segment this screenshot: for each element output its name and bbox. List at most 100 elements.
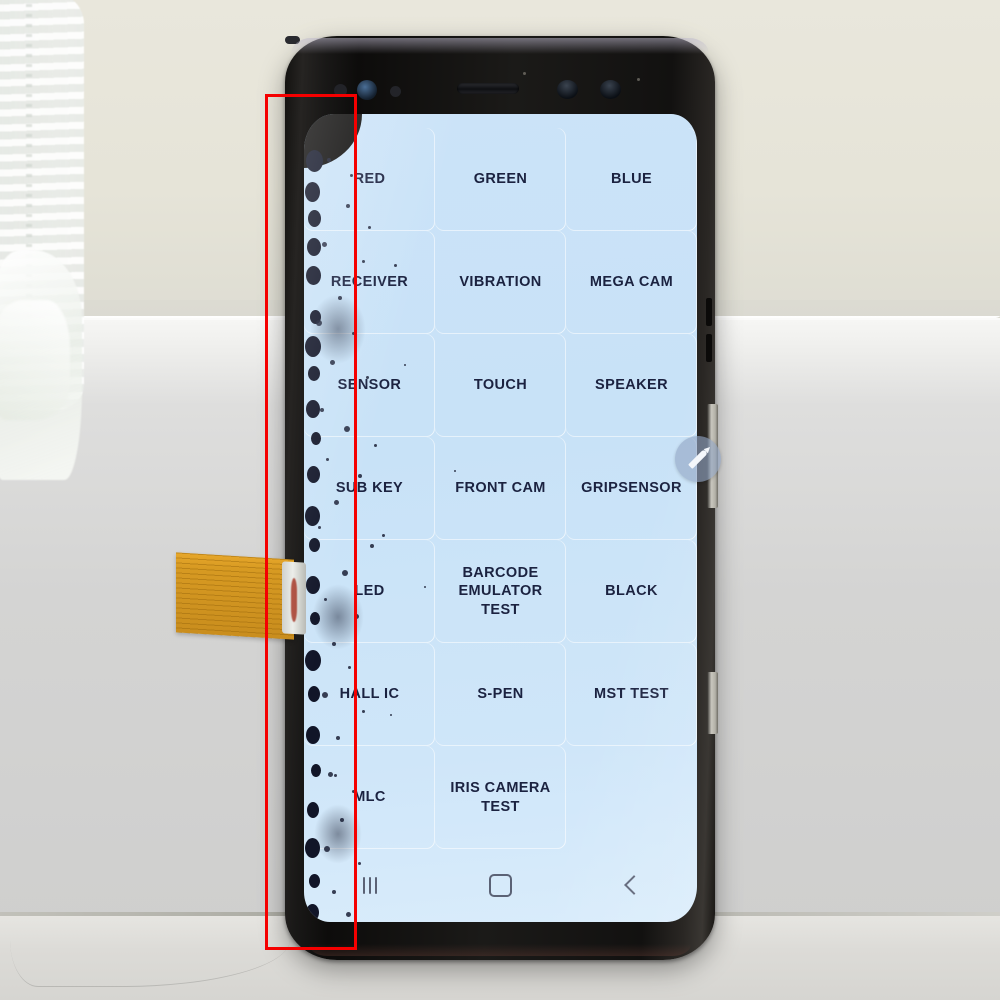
panel-dead-pixel xyxy=(328,772,333,777)
panel-defect-blotch xyxy=(306,266,321,285)
pen-icon xyxy=(688,449,708,469)
test-cell-label: SUB KEY xyxy=(335,480,404,497)
test-cell[interactable]: BARCODE EMULATOR TEST xyxy=(435,540,566,643)
test-cell-label: BARCODE EMULATOR TEST xyxy=(458,565,543,618)
test-cell-label: HALL IC xyxy=(339,686,400,703)
panel-dead-pixel xyxy=(368,226,371,229)
panel-dead-pixel xyxy=(344,426,350,432)
display-panel[interactable]: RED GREEN BLUE RECEIVER VIBRATION MEGA CAM SEN… xyxy=(304,114,697,922)
panel-defect-blotch xyxy=(305,506,320,526)
phone-bottom-highlight xyxy=(309,944,691,956)
recents-icon xyxy=(362,876,377,894)
test-cell-label: TOUCH xyxy=(473,377,528,394)
panel-dead-pixel xyxy=(454,470,456,472)
test-cell[interactable]: IRIS CAMERA TEST xyxy=(435,746,566,849)
panel-defect-blotch xyxy=(307,802,319,818)
panel-dead-pixel xyxy=(336,736,340,740)
panel-dead-pixel xyxy=(350,174,353,177)
recents-button[interactable] xyxy=(335,865,405,905)
test-cell-label: MEGA CAM xyxy=(589,274,674,291)
dust-speck xyxy=(523,72,526,75)
plastic-sheet-lower xyxy=(0,300,70,420)
test-cell-label: SPEAKER xyxy=(595,377,668,394)
panel-dead-pixel xyxy=(346,912,351,917)
volume-down-slot xyxy=(706,334,712,362)
panel-defect-blotch xyxy=(306,400,320,418)
panel-defect-smudge xyxy=(314,804,362,864)
panel-dead-pixel xyxy=(394,264,397,267)
panel-dead-pixel xyxy=(358,474,362,478)
test-cell[interactable]: BLUE xyxy=(566,128,697,231)
test-cell[interactable]: RED xyxy=(304,128,435,231)
test-cell-label: GREEN xyxy=(473,171,528,188)
phone-top-highlight xyxy=(291,38,709,54)
photo-scene: RED GREEN BLUE RECEIVER VIBRATION MEGA CAM SEN… xyxy=(0,0,1000,1000)
panel-dead-pixel xyxy=(320,408,324,412)
test-cell[interactable]: SPEAKER xyxy=(566,334,697,437)
iris-scanner-camera-icon xyxy=(357,80,377,100)
test-cell-label: GRIPSENSOR xyxy=(581,480,682,497)
panel-defect-blotch xyxy=(308,686,320,702)
test-cell[interactable]: MEGA CAM xyxy=(566,231,697,334)
test-cell[interactable]: BLACK xyxy=(566,540,697,643)
panel-dead-pixel xyxy=(382,534,385,537)
test-cell[interactable]: TOUCH xyxy=(435,334,566,437)
test-cell[interactable]: FRONT CAM xyxy=(435,437,566,540)
panel-dead-pixel xyxy=(342,570,348,576)
panel-dead-pixel xyxy=(352,790,355,793)
panel-dead-pixel xyxy=(366,376,369,379)
test-cell[interactable]: VIBRATION xyxy=(435,231,566,334)
ribbon-connector-mark xyxy=(291,578,297,622)
test-cell-label: VIBRATION xyxy=(459,274,542,291)
panel-dead-pixel xyxy=(326,458,329,461)
dust-speck xyxy=(637,78,640,81)
test-cell-label: MLC xyxy=(353,789,386,806)
back-chevron-icon xyxy=(624,875,644,895)
panel-defect-blotch xyxy=(306,904,319,921)
test-cell-label: S-PEN xyxy=(477,686,524,703)
panel-dead-pixel xyxy=(327,158,331,162)
test-cell-label: MST TEST xyxy=(594,686,669,703)
panel-dead-pixel xyxy=(348,666,351,669)
panel-dead-pixel xyxy=(358,862,361,865)
test-cell-label: RECEIVER xyxy=(330,274,409,291)
panel-defect-blotch xyxy=(306,726,320,744)
panel-defect-blotch xyxy=(305,650,321,671)
power-button[interactable] xyxy=(707,672,718,734)
panel-dead-pixel xyxy=(424,586,426,588)
panel-defect-smudge xyxy=(312,584,364,650)
back-button[interactable] xyxy=(597,865,667,905)
test-cell-label: BLACK xyxy=(605,583,658,600)
panel-defect-blotch xyxy=(311,432,321,445)
display-flex-ribbon-cable xyxy=(176,552,294,640)
panel-defect-blotch xyxy=(307,466,320,483)
test-cell[interactable]: S-PEN xyxy=(435,643,566,746)
iris-scanner-led-icon xyxy=(334,84,347,97)
test-cell-label: FRONT CAM xyxy=(455,480,546,497)
panel-dead-pixel xyxy=(322,692,328,698)
s-pen-air-command-button[interactable] xyxy=(675,436,721,482)
panel-defect-blotch xyxy=(305,182,320,202)
test-cell[interactable]: SUB KEY xyxy=(304,437,435,540)
home-icon xyxy=(489,873,512,897)
panel-dead-pixel xyxy=(334,774,337,777)
factory-test-grid[interactable]: RED GREEN BLUE RECEIVER VIBRATION MEGA CAM SEN… xyxy=(304,128,697,868)
panel-defect-smudge xyxy=(310,294,366,364)
home-button[interactable] xyxy=(466,865,536,905)
front-camera-secondary-icon xyxy=(600,80,621,99)
ribbon-traces xyxy=(176,552,294,640)
android-navigation-bar[interactable] xyxy=(304,862,697,908)
panel-dead-pixel xyxy=(322,242,327,247)
earpiece-speaker-icon xyxy=(457,83,519,94)
test-cell[interactable]: GREEN xyxy=(435,128,566,231)
panel-dead-pixel xyxy=(370,544,374,548)
panel-dead-pixel xyxy=(362,260,365,263)
test-cell-label: RED xyxy=(353,171,386,188)
test-cell-label: SENSOR xyxy=(337,377,402,394)
panel-dead-pixel xyxy=(318,526,321,529)
panel-defect-blotch xyxy=(311,764,321,777)
phone-device: RED GREEN BLUE RECEIVER VIBRATION MEGA CAM SEN… xyxy=(285,36,721,960)
test-cell[interactable]: MST TEST xyxy=(566,643,697,746)
panel-dead-pixel xyxy=(332,890,336,894)
test-cell-label: IRIS CAMERA TEST xyxy=(450,780,551,815)
